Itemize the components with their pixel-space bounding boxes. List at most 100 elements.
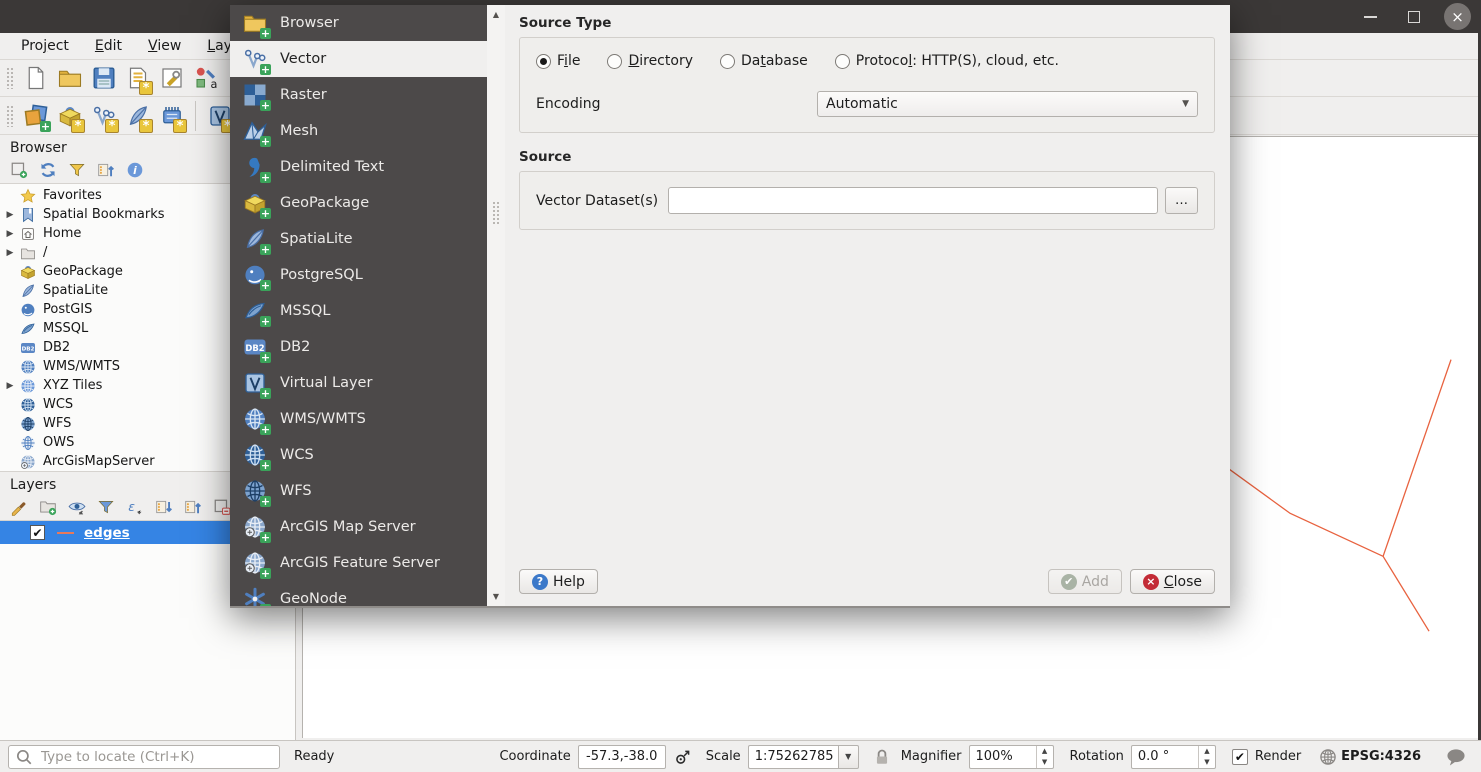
toolbar-button[interactable]	[19, 101, 53, 131]
layer-name[interactable]: edges	[84, 525, 130, 541]
close-button[interactable]: × Close	[1130, 569, 1215, 594]
filter-expression-icon[interactable]: ε	[126, 498, 144, 516]
collapse-all-icon[interactable]	[97, 161, 115, 179]
encoding-label: Encoding	[536, 96, 817, 112]
filter-legend-icon[interactable]	[97, 498, 115, 516]
source-type-radio[interactable]: Protocol: HTTP(S), cloud, etc.	[835, 53, 1059, 69]
layer-styling-icon[interactable]	[10, 498, 28, 516]
menu-item[interactable]: View	[140, 36, 189, 56]
scroll-up-icon[interactable]: ▲	[487, 10, 505, 19]
add-delimited-text-icon	[126, 104, 150, 128]
svg-text:ε: ε	[128, 500, 135, 514]
source-type-radio[interactable]: Directory	[607, 53, 693, 69]
toolbar-button[interactable]	[155, 101, 189, 131]
browse-button[interactable]: …	[1165, 187, 1198, 214]
tree-item-label: OWS	[43, 435, 74, 450]
spin-down-icon[interactable]: ▼	[1037, 757, 1053, 768]
expand-arrow-icon[interactable]: ▶	[0, 248, 20, 258]
splitter-handle[interactable]	[492, 201, 500, 225]
close-window-button[interactable]: ×	[1444, 3, 1471, 30]
dialog-sidebar-item[interactable]: GeoNode	[230, 581, 487, 606]
add-group-icon[interactable]	[39, 498, 57, 516]
dialog-sidebar-item[interactable]: ArcGIS Map Server	[230, 509, 487, 545]
messages-icon[interactable]	[1445, 747, 1467, 767]
toolbar-button[interactable]	[53, 101, 87, 131]
manage-visibility-icon[interactable]	[68, 498, 86, 516]
dialog-sidebar-item[interactable]: PostgreSQL	[230, 257, 487, 293]
add-button-label: Add	[1082, 574, 1109, 590]
lock-scale-icon[interactable]	[873, 748, 891, 766]
spin-down-icon[interactable]: ▼	[1199, 757, 1215, 768]
encoding-combo[interactable]: Automatic ▼	[817, 91, 1198, 117]
toolbar-grip[interactable]	[6, 105, 13, 127]
dialog-sidebar-item[interactable]: MSSQL	[230, 293, 487, 329]
dialog-sidebar-scrollbar[interactable]: ▲ ▼	[487, 5, 505, 606]
minimize-button[interactable]	[1356, 3, 1384, 31]
dialog-sidebar-item[interactable]: Vector	[230, 41, 487, 77]
menu-item[interactable]: Project	[13, 36, 77, 56]
properties-widget-icon[interactable]: i	[126, 161, 144, 179]
toolbar-grip[interactable]	[6, 67, 13, 89]
chevron-down-icon[interactable]: ▼	[838, 745, 859, 769]
close-icon: ×	[1143, 574, 1159, 590]
expand-all-icon[interactable]	[155, 498, 173, 516]
toolbar-button[interactable]	[19, 63, 53, 93]
spatialite-icon	[243, 227, 267, 251]
render-checkbox[interactable]: ✔	[1232, 749, 1248, 765]
toolbar-button[interactable]	[53, 63, 87, 93]
dialog-sidebar-item[interactable]: WFS	[230, 473, 487, 509]
scroll-down-icon[interactable]: ▼	[487, 592, 505, 601]
dialog-sidebar-item[interactable]: Browser	[230, 5, 487, 41]
maximize-button[interactable]	[1400, 3, 1428, 31]
add-vector-layer-icon	[58, 104, 82, 128]
dialog-sidebar-item[interactable]: Delimited Text	[230, 149, 487, 185]
sidebar-item-label: Browser	[280, 15, 339, 31]
rotation-spinbox[interactable]: 0.0 ° ▲▼	[1131, 745, 1216, 769]
toolbar-button[interactable]	[87, 63, 121, 93]
dialog-sidebar-item[interactable]: GeoPackage	[230, 185, 487, 221]
layer-visibility-checkbox[interactable]: ✔	[30, 525, 45, 540]
magnifier-spinbox[interactable]: 100% ▲▼	[969, 745, 1054, 769]
dialog-sidebar-item[interactable]: SpatiaLite	[230, 221, 487, 257]
toolbar-button[interactable]	[155, 63, 189, 93]
crs-globe-icon[interactable]	[1319, 748, 1337, 766]
maximize-icon	[1408, 11, 1420, 23]
refresh-icon[interactable]	[39, 161, 57, 179]
source-type-radio[interactable]: Database	[720, 53, 808, 69]
collapse-all-icon[interactable]	[184, 498, 202, 516]
coordinate-value[interactable]: -57.3,-38.0	[578, 745, 666, 769]
crs-value[interactable]: EPSG:4326	[1341, 749, 1421, 764]
dialog-sidebar-item[interactable]: WCS	[230, 437, 487, 473]
locate-search[interactable]	[8, 745, 280, 769]
filter-browser-icon[interactable]	[68, 161, 86, 179]
dialog-sidebar-item[interactable]: WMS/WMTS	[230, 401, 487, 437]
vector-dataset-input[interactable]	[668, 187, 1158, 214]
coordinate-display-toggle-icon[interactable]	[674, 748, 692, 766]
expand-arrow-icon[interactable]: ▶	[0, 210, 20, 220]
add-button[interactable]: ✔ Add	[1048, 569, 1122, 594]
rotation-label: Rotation	[1070, 749, 1124, 764]
scale-combo[interactable]: 1:75262785 ▼	[748, 745, 859, 769]
spin-up-icon[interactable]: ▲	[1199, 746, 1215, 757]
add-selected-layers-icon[interactable]	[10, 161, 28, 179]
locate-input[interactable]	[39, 748, 273, 766]
expand-arrow-icon[interactable]: ▶	[0, 229, 20, 239]
dialog-sidebar-item[interactable]: DB2 DB2	[230, 329, 487, 365]
expand-arrow-icon[interactable]: ▶	[0, 381, 20, 391]
dialog-sidebar-item[interactable]: ArcGIS Feature Server	[230, 545, 487, 581]
spatialite-icon	[20, 283, 36, 299]
toolbar-button[interactable]	[121, 63, 155, 93]
dialog-sidebar-item[interactable]: Mesh	[230, 113, 487, 149]
menu-item[interactable]: Edit	[87, 36, 130, 56]
dialog-sidebar-item[interactable]: Raster	[230, 77, 487, 113]
toolbar-button[interactable]	[87, 101, 121, 131]
toolbar-button[interactable]	[121, 101, 155, 131]
dialog-sidebar-item[interactable]: Virtual Layer	[230, 365, 487, 401]
style-manager-icon: a	[194, 66, 218, 90]
spin-up-icon[interactable]: ▲	[1037, 746, 1053, 757]
remove-layer-icon[interactable]	[213, 498, 231, 516]
toolbar-button[interactable]: a	[189, 63, 223, 93]
source-type-radio[interactable]: File	[536, 53, 580, 69]
help-button[interactable]: ? Help	[519, 569, 598, 594]
virtual-layer-icon	[243, 371, 267, 395]
